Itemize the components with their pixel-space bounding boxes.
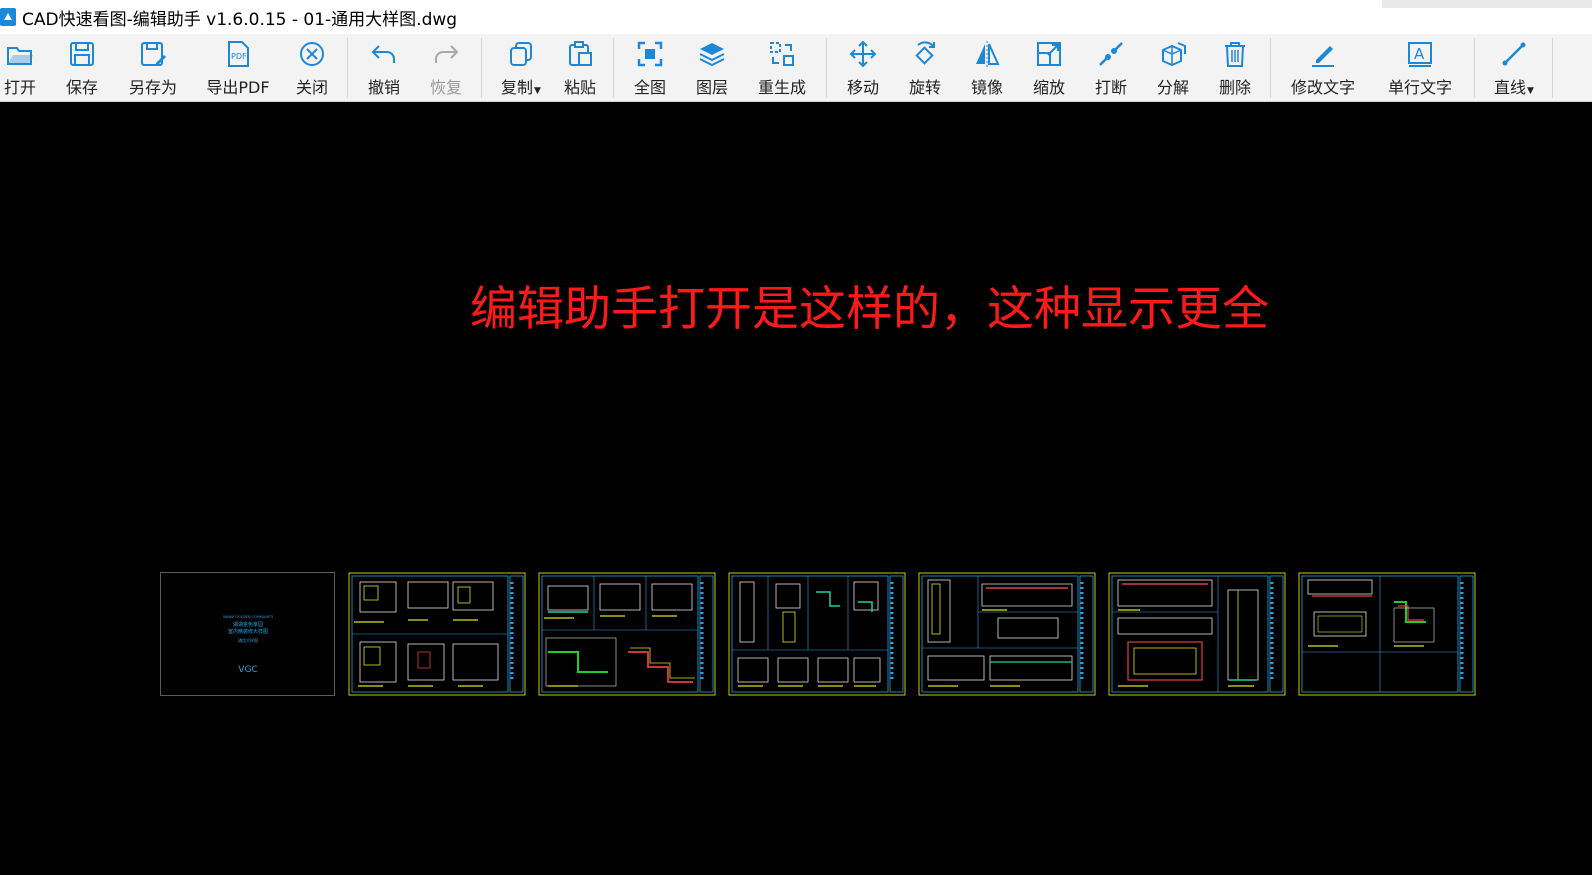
svg-text:湖湖金色家园: 湖湖金色家园 (233, 621, 263, 628)
chevron-down-icon[interactable]: ▼ (1527, 86, 1534, 96)
svg-text:VGC: VGC (238, 665, 257, 675)
toolbar-separator (1552, 38, 1553, 98)
save-button[interactable]: 保存 (62, 38, 102, 98)
toolbar-separator (613, 38, 614, 98)
mirror-icon (969, 38, 1005, 70)
copy-label: 复制 (501, 78, 534, 97)
open-button[interactable]: 打开 (0, 38, 40, 98)
rotate-button[interactable]: 旋转 (905, 38, 945, 98)
redo-arrow-icon (428, 38, 464, 70)
copy-button[interactable]: 复制▼ (497, 38, 545, 98)
trash-icon (1217, 38, 1253, 70)
drawing-sheet[interactable] (918, 572, 1096, 696)
drawing-canvas[interactable] (0, 102, 1592, 875)
save-as-button[interactable]: 另存为 (125, 38, 181, 98)
floppy-edit-icon (135, 38, 171, 70)
rotate-icon (907, 38, 943, 70)
folder-open-icon (2, 38, 38, 70)
text-box-icon: A (1402, 38, 1438, 70)
toolbar-separator (1474, 38, 1475, 98)
title-bar-controls (1382, 0, 1592, 8)
explode-cube-icon (1155, 38, 1191, 70)
drawing-sheet[interactable] (538, 572, 716, 696)
scale-icon (1031, 38, 1067, 70)
undo-arrow-icon (366, 38, 402, 70)
line-label: 直线 (1494, 78, 1527, 97)
undo-button[interactable]: 撤销 (364, 38, 404, 98)
delete-button[interactable]: 删除 (1215, 38, 1255, 98)
layers-icon (694, 38, 730, 70)
paste-button[interactable]: 粘贴 (560, 38, 600, 98)
export-pdf-button[interactable]: PDF 导出PDF (205, 38, 271, 98)
toolbar-separator (1270, 38, 1271, 98)
break-line-icon (1093, 38, 1129, 70)
pdf-file-icon: PDF (220, 38, 256, 70)
mirror-button[interactable]: 镜像 (967, 38, 1007, 98)
explode-button[interactable]: 分解 (1153, 38, 1193, 98)
clipboard-icon (562, 38, 598, 70)
floppy-icon (64, 38, 100, 70)
svg-text:PDF: PDF (231, 52, 247, 61)
move-arrows-icon (845, 38, 881, 70)
single-line-text-button[interactable]: A 单行文字 (1384, 38, 1456, 98)
regenerate-button[interactable]: 重生成 (754, 38, 810, 98)
close-button[interactable]: 关闭 (292, 38, 332, 98)
move-button[interactable]: 移动 (843, 38, 883, 98)
annotation-text: 编辑助手打开是这样的，这种显示更全 (470, 282, 1269, 337)
toolbar-separator (481, 38, 482, 98)
drawing-sheet[interactable] (1108, 572, 1286, 696)
line-button[interactable]: 直线▼ (1490, 38, 1538, 98)
svg-text:室内精装修大样图: 室内精装修大样图 (228, 628, 268, 635)
drawing-sheet[interactable] (1298, 572, 1476, 696)
svg-text:通用大样图: 通用大样图 (238, 637, 258, 643)
svg-text:VANKE GOLDEN COMMUNITY: VANKE GOLDEN COMMUNITY (223, 615, 274, 619)
edit-text-button[interactable]: 修改文字 (1287, 38, 1359, 98)
line-icon (1496, 38, 1532, 70)
fit-view-icon (632, 38, 668, 70)
drawing-sheet[interactable] (348, 572, 526, 696)
full-view-button[interactable]: 全图 (630, 38, 670, 98)
window-title: CAD快速看图-编辑助手 v1.6.0.15 - 01-通用大样图.dwg (22, 9, 458, 30)
break-button[interactable]: 打断 (1091, 38, 1131, 98)
drawing-sheet[interactable] (728, 572, 906, 696)
copy-icon (503, 38, 539, 70)
chevron-down-icon[interactable]: ▼ (534, 86, 541, 96)
redo-button[interactable]: 恢复 (426, 38, 466, 98)
regenerate-icon (764, 38, 800, 70)
app-logo-icon (0, 8, 16, 26)
scale-button[interactable]: 缩放 (1029, 38, 1069, 98)
toolbar-separator (826, 38, 827, 98)
toolbar: 打开 保存 另存为 PDF 导出PDF 关闭 撤销 恢复 复制▼ 粘贴 全图 图… (0, 34, 1592, 102)
title-bar: CAD快速看图-编辑助手 v1.6.0.15 - 01-通用大样图.dwg (0, 0, 1592, 34)
toolbar-separator (347, 38, 348, 98)
pen-underline-icon (1305, 38, 1341, 70)
layers-button[interactable]: 图层 (692, 38, 732, 98)
svg-text:A: A (1414, 45, 1425, 63)
close-circle-icon (294, 38, 330, 70)
drawing-sheet-cover[interactable]: VANKE GOLDEN COMMUNITY 湖湖金色家园 室内精装修大样图 通… (160, 572, 335, 696)
